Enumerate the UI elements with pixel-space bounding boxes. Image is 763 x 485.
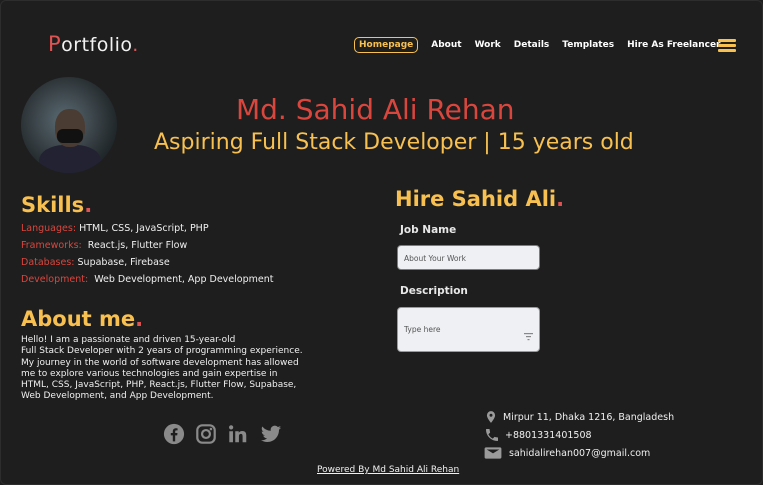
skills-key: Frameworks: <box>21 240 82 251</box>
twitter-icon[interactable] <box>259 423 283 449</box>
email-text[interactable]: sahidalirehan007@gmail.com <box>509 448 650 459</box>
about-text: Hello! I am a passionate and driven 15-y… <box>21 335 311 403</box>
skills-heading: Skills. <box>21 193 92 217</box>
about-title: About me <box>21 307 136 331</box>
nav-homepage[interactable]: Homepage <box>354 37 419 53</box>
about-dot: . <box>135 307 144 331</box>
skills-title: Skills <box>21 193 85 217</box>
skills-value: React.js, Flutter Flow <box>87 240 188 251</box>
skills-key: Languages: <box>21 223 77 234</box>
footer-credit[interactable]: Powered By Md Sahid Ali Rehan <box>317 465 459 475</box>
location-pin-icon <box>486 411 496 423</box>
filter-icon <box>524 326 533 345</box>
phone-text[interactable]: +8801331401508 <box>505 430 592 441</box>
phone-icon <box>486 429 498 441</box>
description-label: Description <box>400 285 468 297</box>
nav-about[interactable]: About <box>431 40 461 50</box>
hamburger-menu-icon[interactable] <box>718 39 736 52</box>
skills-value: Web Development, App Development <box>94 274 274 285</box>
nav-work[interactable]: Work <box>475 40 501 50</box>
skills-row: Frameworks: React.js, Flutter Flow <box>21 240 273 257</box>
logo-initial: P <box>48 32 62 56</box>
nav-templates[interactable]: Templates <box>562 40 614 50</box>
contact-address: Mirpur 11, Dhaka 1216, Bangladesh <box>484 409 674 425</box>
hire-heading: Hire Sahid Ali. <box>395 187 564 211</box>
contact-phone: +8801331401508 <box>484 427 592 443</box>
site-logo[interactable]: Portfolio. <box>48 32 139 56</box>
hire-title: Hire Sahid Ali <box>395 187 557 211</box>
hire-dot: . <box>556 187 565 211</box>
avatar <box>21 77 117 173</box>
skills-row: Development: Web Development, App Develo… <box>21 274 273 291</box>
about-line: me to explore various technologies and g… <box>21 368 278 379</box>
hero-tagline: Aspiring Full Stack Developer | 15 years… <box>154 130 634 155</box>
description-textarea[interactable]: Type here <box>397 307 540 352</box>
skills-list: Languages: HTML, CSS, JavaScript, PHP Fr… <box>21 223 273 291</box>
skills-row: Databases: Supabase, Firebase <box>21 257 273 274</box>
address-text: Mirpur 11, Dhaka 1216, Bangladesh <box>503 411 675 423</box>
about-line: Full Stack Developer with 2 years of pro… <box>21 346 303 357</box>
skills-key: Databases: <box>21 257 75 268</box>
linkedin-icon[interactable] <box>227 423 249 449</box>
about-line: My journey in the world of software deve… <box>21 357 299 368</box>
skills-value: HTML, CSS, JavaScript, PHP <box>79 223 209 234</box>
job-name-input[interactable]: About Your Work <box>397 245 540 270</box>
description-placeholder: Type here <box>404 325 441 334</box>
about-line: HTML, CSS, JavaScript, PHP, React.js, Fl… <box>21 380 297 391</box>
logo-text: ortfolio <box>61 34 133 56</box>
instagram-icon[interactable] <box>195 423 217 449</box>
nav-details[interactable]: Details <box>514 40 549 50</box>
logo-dot: . <box>132 34 139 56</box>
skills-row: Languages: HTML, CSS, JavaScript, PHP <box>21 223 273 240</box>
email-icon <box>484 447 502 459</box>
hero-name: Md. Sahid Ali Rehan <box>236 93 515 126</box>
skills-dot: . <box>84 193 93 217</box>
about-line: Hello! I am a passionate and driven 15-y… <box>21 335 236 345</box>
job-name-placeholder: About Your Work <box>404 254 466 263</box>
job-name-label: Job Name <box>400 224 457 236</box>
top-nav: Homepage About Work Details Templates Hi… <box>354 37 734 53</box>
social-links <box>163 423 293 449</box>
about-line: Web Development, and App Development. <box>21 391 214 402</box>
skills-value: Supabase, Firebase <box>77 257 170 268</box>
nav-hire-as-freelancer[interactable]: Hire As Freelancer <box>627 40 720 50</box>
contact-email: sahidalirehan007@gmail.com <box>484 446 650 460</box>
facebook-icon[interactable] <box>163 423 185 449</box>
skills-key: Development: <box>21 274 89 285</box>
about-heading: About me. <box>21 307 143 331</box>
